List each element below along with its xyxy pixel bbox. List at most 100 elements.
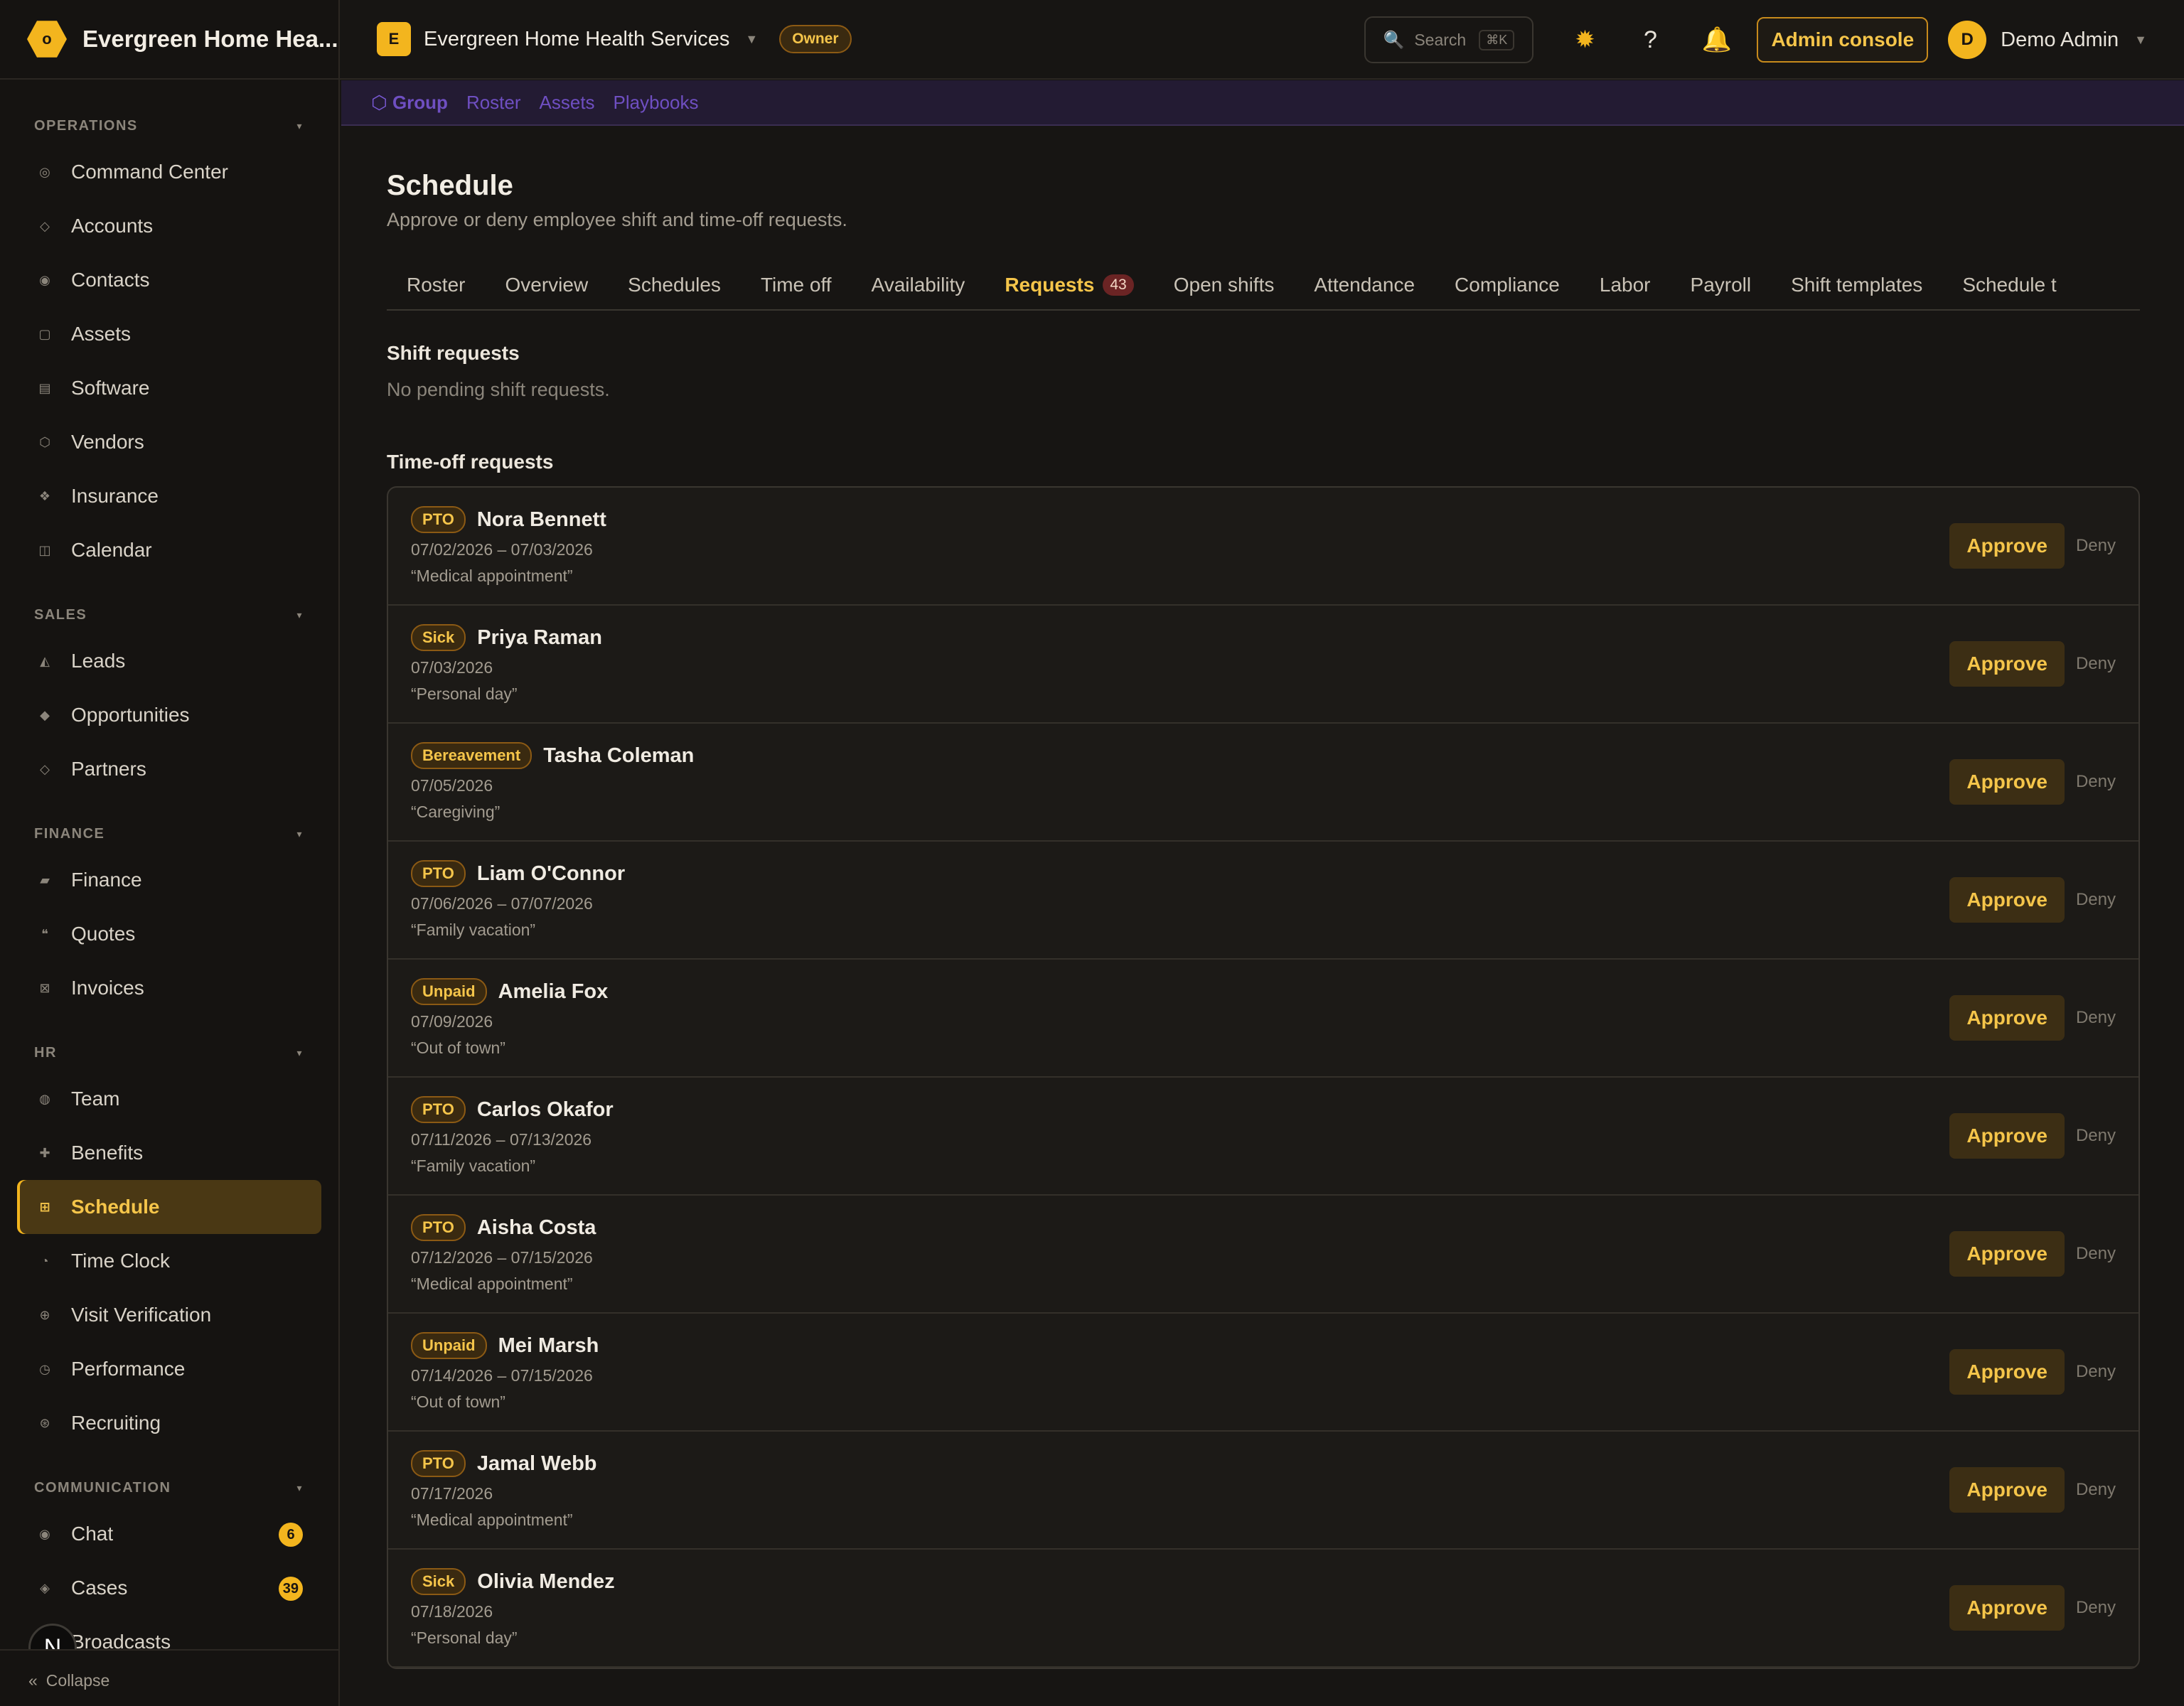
tab-label: Open shifts — [1173, 274, 1275, 296]
context-link-label: Group — [392, 91, 448, 113]
sidebar-item-leads[interactable]: ◭ Leads — [0, 634, 338, 688]
tab-compliance[interactable]: Compliance — [1435, 261, 1580, 309]
request-dates: 07/06/2026 – 07/07/2026 — [411, 894, 593, 913]
search-button[interactable]: 🔍 Search ⌘K — [1364, 16, 1534, 63]
user-menu[interactable]: Demo Admin — [2001, 28, 2119, 52]
tab-labor[interactable]: Labor — [1580, 261, 1671, 309]
sidebar-item-assets[interactable]: ▢ Assets — [0, 307, 338, 361]
tab-schedule-t[interactable]: Schedule t — [1942, 261, 2076, 309]
team-icon: ◍ — [39, 1091, 50, 1106]
tab-availability[interactable]: Availability — [852, 261, 985, 309]
request-reason: “Family vacation” — [411, 921, 536, 939]
employee-name: Aisha Costa — [476, 1216, 596, 1239]
caret-down-icon: ▾ — [296, 827, 303, 839]
approve-button[interactable]: Approve — [1949, 1231, 2065, 1277]
tab-count-badge: 43 — [1103, 274, 1134, 296]
sidebar-item-time-clock[interactable]: ◔ Time Clock — [0, 1234, 338, 1288]
deny-button[interactable]: Deny — [2076, 1008, 2116, 1028]
nav-section-hr[interactable]: HR ▾ — [0, 1034, 338, 1072]
sidebar-item-insurance[interactable]: ❖ Insurance — [0, 469, 338, 523]
sidebar-item-software[interactable]: ▤ Software — [0, 361, 338, 415]
time-clock-icon: ◔ — [41, 1253, 49, 1268]
sidebar-item-label: Leads — [71, 650, 126, 672]
tab-shift-templates[interactable]: Shift templates — [1771, 261, 1942, 309]
chevron-down-icon[interactable]: ▼ — [2134, 33, 2147, 48]
request-reason: “Personal day” — [411, 1629, 518, 1647]
tab-payroll[interactable]: Payroll — [1671, 261, 1772, 309]
sidebar-item-vendors[interactable]: ⬡ Vendors — [0, 415, 338, 469]
deny-button[interactable]: Deny — [2076, 890, 2116, 910]
approve-button[interactable]: Approve — [1949, 1349, 2065, 1395]
notifications-bell-icon[interactable]: 🔔 — [1701, 26, 1731, 54]
approve-button[interactable]: Approve — [1949, 877, 2065, 923]
sidebar-item-partners[interactable]: ◇ Partners — [0, 742, 338, 796]
theme-toggle-icon[interactable]: ✹ — [1570, 26, 1599, 54]
tab-open-shifts[interactable]: Open shifts — [1154, 261, 1295, 309]
collapse-button[interactable]: « Collapse — [0, 1649, 338, 1706]
tab-attendance[interactable]: Attendance — [1294, 261, 1435, 309]
sidebar-item-cases[interactable]: ◈ Cases 39 — [0, 1561, 338, 1615]
tab-time-off[interactable]: Time off — [741, 261, 852, 309]
sidebar-item-contacts[interactable]: ◉ Contacts — [0, 253, 338, 307]
vendors-icon: ⬡ — [39, 434, 50, 449]
accounts-icon: ◇ — [40, 218, 50, 233]
request-reason: “Out of town” — [411, 1393, 505, 1411]
nav-section-communication[interactable]: COMMUNICATION ▾ — [0, 1469, 338, 1507]
context-link-group[interactable]: ⬡ Group — [371, 92, 448, 114]
help-icon[interactable]: ? — [1636, 26, 1664, 54]
list-item: PTO Jamal Webb 07/17/2026 “Medical appoi… — [388, 1432, 2138, 1550]
sidebar-item-finance[interactable]: ▰ Finance — [0, 853, 338, 907]
sidebar-item-performance[interactable]: ◷ Performance — [0, 1342, 338, 1396]
deny-button[interactable]: Deny — [2076, 1480, 2116, 1500]
sidebar-item-accounts[interactable]: ◇ Accounts — [0, 199, 338, 253]
approve-button[interactable]: Approve — [1949, 759, 2065, 805]
approve-button[interactable]: Approve — [1949, 1113, 2065, 1159]
sidebar-item-opportunities[interactable]: ◆ Opportunities — [0, 688, 338, 742]
sidebar-item-quotes[interactable]: ❝ Quotes — [0, 907, 338, 961]
sidebar-item-invoices[interactable]: ⊠ Invoices — [0, 961, 338, 1015]
request-dates: 07/12/2026 – 07/15/2026 — [411, 1248, 593, 1267]
nav-section-operations[interactable]: OPERATIONS ▾ — [0, 107, 338, 145]
sidebar-item-team[interactable]: ◍ Team — [0, 1072, 338, 1126]
deny-button[interactable]: Deny — [2076, 1362, 2116, 1382]
schedule-icon: ⊞ — [39, 1199, 50, 1214]
sidebar-item-label: Performance — [71, 1358, 186, 1380]
nav-section-finance[interactable]: FINANCE ▾ — [0, 815, 338, 853]
tab-overview[interactable]: Overview — [485, 261, 608, 309]
sidebar-item-benefits[interactable]: ✚ Benefits — [0, 1126, 338, 1180]
deny-button[interactable]: Deny — [2076, 1126, 2116, 1146]
sidebar-item-calendar[interactable]: ◫ Calendar — [0, 523, 338, 577]
sidebar-item-chat[interactable]: ◉ Chat 6 — [0, 1507, 338, 1561]
deny-button[interactable]: Deny — [2076, 654, 2116, 674]
double-chevron-left-icon: « — [28, 1671, 38, 1690]
assets-icon: ▢ — [38, 326, 51, 341]
org-switcher[interactable]: Evergreen Home Health Services — [424, 28, 729, 51]
sidebar-item-command-center[interactable]: ◎ Command Center — [0, 145, 338, 199]
nav-section-title: SALES — [34, 606, 87, 623]
chevron-down-icon[interactable]: ▼ — [745, 32, 758, 47]
deny-button[interactable]: Deny — [2076, 1244, 2116, 1264]
deny-button[interactable]: Deny — [2076, 536, 2116, 556]
tab-roster[interactable]: Roster — [387, 261, 485, 309]
tab-requests[interactable]: Requests 43 — [985, 261, 1153, 309]
approve-button[interactable]: Approve — [1949, 641, 2065, 687]
context-link-roster[interactable]: Roster — [466, 92, 521, 114]
approve-button[interactable]: Approve — [1949, 1467, 2065, 1513]
approve-button[interactable]: Approve — [1949, 995, 2065, 1041]
approve-button[interactable]: Approve — [1949, 1585, 2065, 1631]
nav-section-sales[interactable]: SALES ▾ — [0, 596, 338, 634]
request-type-badge: Bereavement — [411, 742, 532, 769]
sidebar-item-recruiting[interactable]: ⊛ Recruiting — [0, 1396, 338, 1450]
brand[interactable]: o Evergreen Home Hea... — [0, 0, 338, 80]
context-link-playbooks[interactable]: Playbooks — [614, 92, 699, 114]
user-avatar[interactable]: D — [1948, 21, 1987, 59]
deny-button[interactable]: Deny — [2076, 772, 2116, 792]
context-link-assets[interactable]: Assets — [540, 92, 595, 114]
sidebar-item-schedule[interactable]: ⊞ Schedule — [17, 1180, 321, 1234]
tab-schedules[interactable]: Schedules — [608, 261, 741, 309]
list-item: Bereavement Tasha Coleman 07/05/2026 “Ca… — [388, 724, 2138, 842]
sidebar-item-visit-verification[interactable]: ⊕ Visit Verification — [0, 1288, 338, 1342]
admin-console-button[interactable]: Admin console — [1757, 17, 1929, 63]
approve-button[interactable]: Approve — [1949, 523, 2065, 569]
deny-button[interactable]: Deny — [2076, 1598, 2116, 1618]
